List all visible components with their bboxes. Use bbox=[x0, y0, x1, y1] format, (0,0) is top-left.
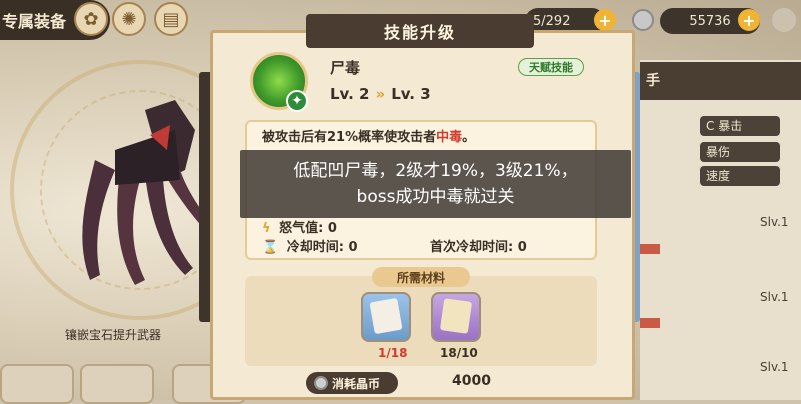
emblem-icon[interactable]: ✺ bbox=[112, 2, 146, 36]
skill-plus-icon: ✦ bbox=[286, 90, 308, 112]
crystal-coin-icon bbox=[314, 376, 328, 390]
bottom-slot-2[interactable] bbox=[80, 364, 154, 404]
material-count-2: 18/10 bbox=[440, 346, 478, 360]
level-from: Lv. 2 bbox=[330, 85, 370, 103]
book-icon[interactable]: ▤ bbox=[154, 2, 188, 36]
currency-2-value: 55736 bbox=[689, 13, 731, 29]
first-cooldown-line: 首次冷却时间: 0 bbox=[430, 236, 527, 255]
materials-label-text: 所需材料 bbox=[396, 270, 445, 285]
slv-2: Slv.1 bbox=[760, 290, 789, 304]
right-header-label: 手 bbox=[646, 73, 660, 89]
menu-button[interactable] bbox=[772, 8, 796, 32]
modal-title-label: 技能升级 bbox=[383, 23, 456, 42]
stat-crit-dmg: 暴伤 bbox=[700, 142, 780, 162]
cooldown-label: 冷却时间: bbox=[286, 240, 344, 255]
desc-highlight: 中毒 bbox=[436, 130, 463, 145]
tome-icon bbox=[439, 298, 473, 334]
level-arrow-icon: » bbox=[375, 85, 386, 103]
rage-line: ϟ 怒气值: 0 bbox=[262, 217, 337, 236]
gem-tip-label: 镶嵌宝石提升武器 bbox=[65, 328, 162, 342]
stat-crit-label: C 暴击 bbox=[706, 119, 743, 133]
rage-label: 怒气值: bbox=[279, 221, 324, 236]
level-to: Lv. 3 bbox=[391, 85, 431, 103]
currency-1-value: 5/292 bbox=[533, 13, 571, 29]
talent-tag: 天赋技能 bbox=[518, 58, 584, 76]
cost-label-text: 消耗晶币 bbox=[332, 376, 381, 391]
coin-icon bbox=[632, 9, 654, 31]
slv-1: Slv.1 bbox=[760, 215, 789, 229]
scroll-icon bbox=[369, 297, 403, 335]
talent-tag-label: 天赋技能 bbox=[529, 61, 573, 74]
cooldown-line: ⌛ 冷却时间: 0 bbox=[262, 236, 358, 255]
stat-speed-label: 速度 bbox=[706, 169, 731, 183]
desc-prefix: 被攻击后有21%概率使攻击者 bbox=[262, 130, 437, 145]
hourglass-icon: ⌛ bbox=[262, 240, 279, 255]
slv-3: Slv.1 bbox=[760, 360, 789, 374]
materials-label: 所需材料 bbox=[372, 267, 470, 287]
subtitle-line-2: boss成功中毒就过关 bbox=[356, 187, 515, 207]
bottom-slot-1[interactable] bbox=[0, 364, 74, 404]
subtitle-line-1: 低配凹尸毒，2级才19%，3级21%， bbox=[293, 161, 578, 181]
skill-name: 尸毒 bbox=[330, 59, 361, 77]
cost-value: 4000 bbox=[452, 373, 491, 389]
gem-tip[interactable]: 镶嵌宝石提升武器 bbox=[65, 326, 161, 343]
cooldown-value: 0 bbox=[348, 240, 358, 255]
red-bar-1 bbox=[640, 244, 660, 254]
cost-label: 消耗晶币 bbox=[306, 372, 398, 394]
materials-box bbox=[245, 276, 597, 366]
claw-weapon-image bbox=[82, 100, 215, 285]
stat-speed: 速度 bbox=[700, 166, 780, 186]
rage-value: 0 bbox=[327, 221, 337, 236]
first-cooldown-label: 首次冷却时间: bbox=[430, 240, 514, 255]
add-currency-1-button[interactable]: + bbox=[594, 9, 616, 31]
equipment-tab-label: 专属装备 bbox=[2, 12, 67, 31]
first-cooldown-value: 0 bbox=[517, 240, 527, 255]
right-header: 手 bbox=[640, 62, 801, 100]
stat-crit-dmg-label: 暴伤 bbox=[706, 145, 731, 159]
material-count-1: 1/18 bbox=[378, 346, 408, 360]
modal-title: 技能升级 bbox=[306, 14, 534, 48]
red-bar-2 bbox=[640, 318, 660, 328]
rage-icon: ϟ bbox=[262, 221, 271, 236]
subtitle-overlay: 低配凹尸毒，2级才19%，3级21%， boss成功中毒就过关 bbox=[240, 150, 631, 218]
clover-icon[interactable]: ✿ bbox=[74, 2, 108, 36]
skill-description: 被攻击后有21%概率使攻击者中毒。 bbox=[262, 126, 475, 145]
right-panel bbox=[640, 60, 801, 400]
level-row: Lv. 2 » Lv. 3 bbox=[330, 85, 431, 103]
add-currency-2-button[interactable]: + bbox=[738, 9, 760, 31]
desc-suffix: 。 bbox=[462, 130, 476, 145]
stat-crit: C 暴击 bbox=[700, 116, 780, 136]
